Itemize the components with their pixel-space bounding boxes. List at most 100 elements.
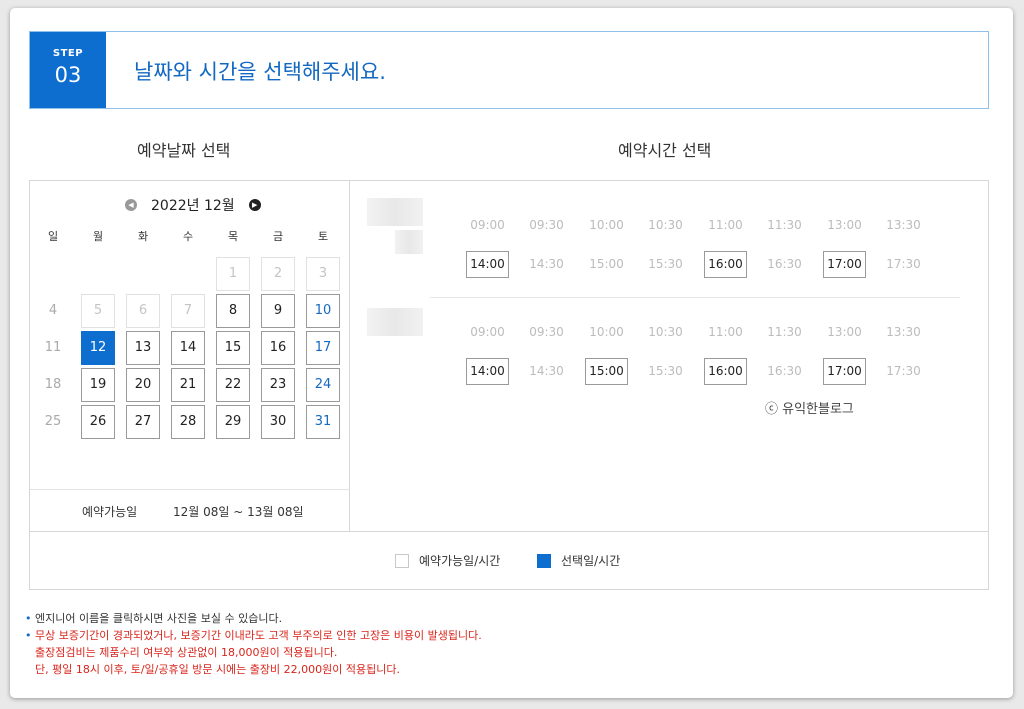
calendar-day[interactable]: 22 — [216, 368, 250, 402]
time-slot: 11:30 — [767, 218, 802, 232]
legend-selected-label: 선택일/시간 — [561, 554, 621, 568]
weekday-label: 수 — [182, 230, 194, 243]
weekday-label: 화 — [137, 230, 149, 243]
time-slot: 16:30 — [767, 257, 802, 271]
calendar-week: 11 12 13 14 15 16 17 — [30, 331, 350, 368]
note-line: 단, 평일 18시 이후, 토/일/공휴일 방문 시에는 출장비 22,000원… — [25, 661, 482, 678]
time-slot: 09:00 — [470, 325, 505, 339]
booking-window: STEP 03 날짜와 시간을 선택해주세요. 예약날짜 선택 예약시간 선택 … — [10, 8, 1013, 698]
time-slot: 14:30 — [529, 364, 564, 378]
engineer-photo[interactable] — [367, 308, 423, 336]
prev-month-icon[interactable]: ◀ — [125, 199, 137, 211]
bullet-icon: • — [25, 612, 32, 625]
calendar-day[interactable]: 20 — [126, 368, 160, 402]
calendar-day[interactable]: 24 — [306, 368, 340, 402]
legend-selected: 선택일/시간 — [537, 552, 620, 569]
time-slot[interactable]: 14:00 — [466, 251, 509, 278]
time-slot[interactable]: 16:00 — [704, 251, 747, 278]
calendar-day[interactable]: 13 — [126, 331, 160, 365]
time-slot: 15:00 — [589, 257, 624, 271]
time-slot[interactable]: 15:00 — [585, 358, 628, 385]
calendar-day-selected[interactable]: 12 — [81, 331, 115, 365]
time-slot: 10:30 — [648, 325, 683, 339]
calendar-day[interactable]: 19 — [81, 368, 115, 402]
time-slot[interactable]: 17:00 — [823, 358, 866, 385]
step-header: STEP 03 날짜와 시간을 선택해주세요. — [29, 31, 989, 109]
time-slot: 09:30 — [529, 218, 564, 232]
note-text: 단, 평일 18시 이후, 토/일/공휴일 방문 시에는 출장비 22,000원… — [35, 663, 400, 676]
note-text: 출장점검비는 제품수리 여부와 상관없이 18,000원이 적용됩니다. — [35, 646, 338, 659]
calendar-day: 25 — [44, 414, 62, 429]
legend: 예약가능일/시간 선택일/시간 — [30, 531, 988, 589]
calendar-day[interactable]: 16 — [261, 331, 295, 365]
time-slot[interactable]: 16:00 — [704, 358, 747, 385]
available-period: 예약가능일 12월 08일 ~ 13월 08일 — [30, 489, 350, 531]
time-slot: 09:00 — [470, 218, 505, 232]
weekday-label: 금 — [272, 230, 284, 243]
time-slot: 13:00 — [827, 325, 862, 339]
date-section-title: 예약날짜 선택 — [137, 141, 231, 160]
time-slot: 09:30 — [529, 325, 564, 339]
bullet-icon: • — [25, 629, 32, 642]
weekday-label: 목 — [227, 230, 239, 243]
calendar-day[interactable]: 31 — [306, 405, 340, 439]
note-text: 무상 보증기간이 경과되었거나, 보증기간 이내라도 고객 부주의로 인한 고장… — [35, 629, 482, 642]
weekday-label: 월 — [92, 230, 104, 243]
calendar-day[interactable]: 21 — [171, 368, 205, 402]
calendar-day[interactable]: 27 — [126, 405, 160, 439]
calendar-week: 25 26 27 28 29 30 31 — [30, 405, 350, 442]
calendar-day: 3 — [306, 257, 340, 291]
engineer-photo[interactable] — [367, 198, 423, 226]
calendar-day[interactable]: 17 — [306, 331, 340, 365]
time-slot[interactable]: 14:00 — [466, 358, 509, 385]
calendar-day[interactable]: 26 — [81, 405, 115, 439]
time-slot[interactable]: 17:00 — [823, 251, 866, 278]
calendar-day[interactable]: 15 — [216, 331, 250, 365]
calendar-day[interactable]: 14 — [171, 331, 205, 365]
available-range: 12월 08일 ~ 13월 08일 — [173, 505, 304, 519]
time-slot: 15:30 — [648, 257, 683, 271]
calendar-week: 18 19 20 21 22 23 24 — [30, 368, 350, 405]
time-slot: 11:00 — [708, 325, 743, 339]
calendar-day[interactable]: 23 — [261, 368, 295, 402]
time-slot: 17:30 — [886, 257, 921, 271]
calendar-day[interactable]: 8 — [216, 294, 250, 328]
time-slot: 17:30 — [886, 364, 921, 378]
calendar-day: 18 — [44, 377, 62, 392]
calendar-day[interactable]: 28 — [171, 405, 205, 439]
calendar-day: 4 — [48, 303, 58, 318]
time-slot: 10:30 — [648, 218, 683, 232]
step-badge: STEP 03 — [30, 32, 106, 108]
month-nav: ◀ 2022년 12월 ▶ — [125, 195, 261, 215]
time-slot: 11:00 — [708, 218, 743, 232]
notes: • 엔지니어 이름을 클릭하시면 사진을 보실 수 있습니다. • 무상 보증기간이 … — [25, 610, 482, 678]
time-section-title: 예약시간 선택 — [618, 141, 712, 160]
time-slot: 13:30 — [886, 218, 921, 232]
calendar-day: 11 — [44, 340, 62, 355]
engineer-divider — [430, 297, 960, 298]
step-label: STEP — [52, 48, 84, 59]
note-line: 출장점검비는 제품수리 여부와 상관없이 18,000원이 적용됩니다. — [25, 644, 482, 661]
calendar-week: 123 — [30, 257, 350, 294]
calendar-day[interactable]: 30 — [261, 405, 295, 439]
time-slot: 16:30 — [767, 364, 802, 378]
next-month-icon[interactable]: ▶ — [248, 199, 261, 211]
calendar-day: 2 — [261, 257, 295, 291]
month-label: 2022년 12월 — [151, 198, 235, 214]
time-slot: 13:00 — [827, 218, 862, 232]
available-swatch — [395, 553, 409, 568]
calendar-day[interactable]: 9 — [261, 294, 295, 328]
calendar-day[interactable]: 10 — [306, 294, 340, 328]
step-number: 03 — [54, 63, 82, 87]
calendar-grid: 일 월 화 수 목 금 토 1 2 3 4 5 6 7 8 9 10 11 12 13 14 15 16 17 18 19 20 21… — [30, 225, 350, 442]
legend-available-label: 예약가능일/시간 — [419, 554, 501, 568]
calendar-day[interactable]: 29 — [216, 405, 250, 439]
watermark-text: ⓒ 유익한블로그 — [765, 402, 854, 417]
calendar: ◀ 2022년 12월 ▶ 일 월 화 수 목 금 토 1 2 3 4 5 6 7 8 9 10 11 12 13 14… — [30, 181, 350, 531]
calendar-week: 4 5 6 7 8 9 10 — [30, 294, 350, 331]
time-slot: 11:30 — [767, 325, 802, 339]
time-slot: 10:00 — [589, 325, 624, 339]
weekday-label: 토 — [317, 230, 329, 243]
calendar-day: 1 — [216, 257, 250, 291]
time-slot: 13:30 — [886, 325, 921, 339]
